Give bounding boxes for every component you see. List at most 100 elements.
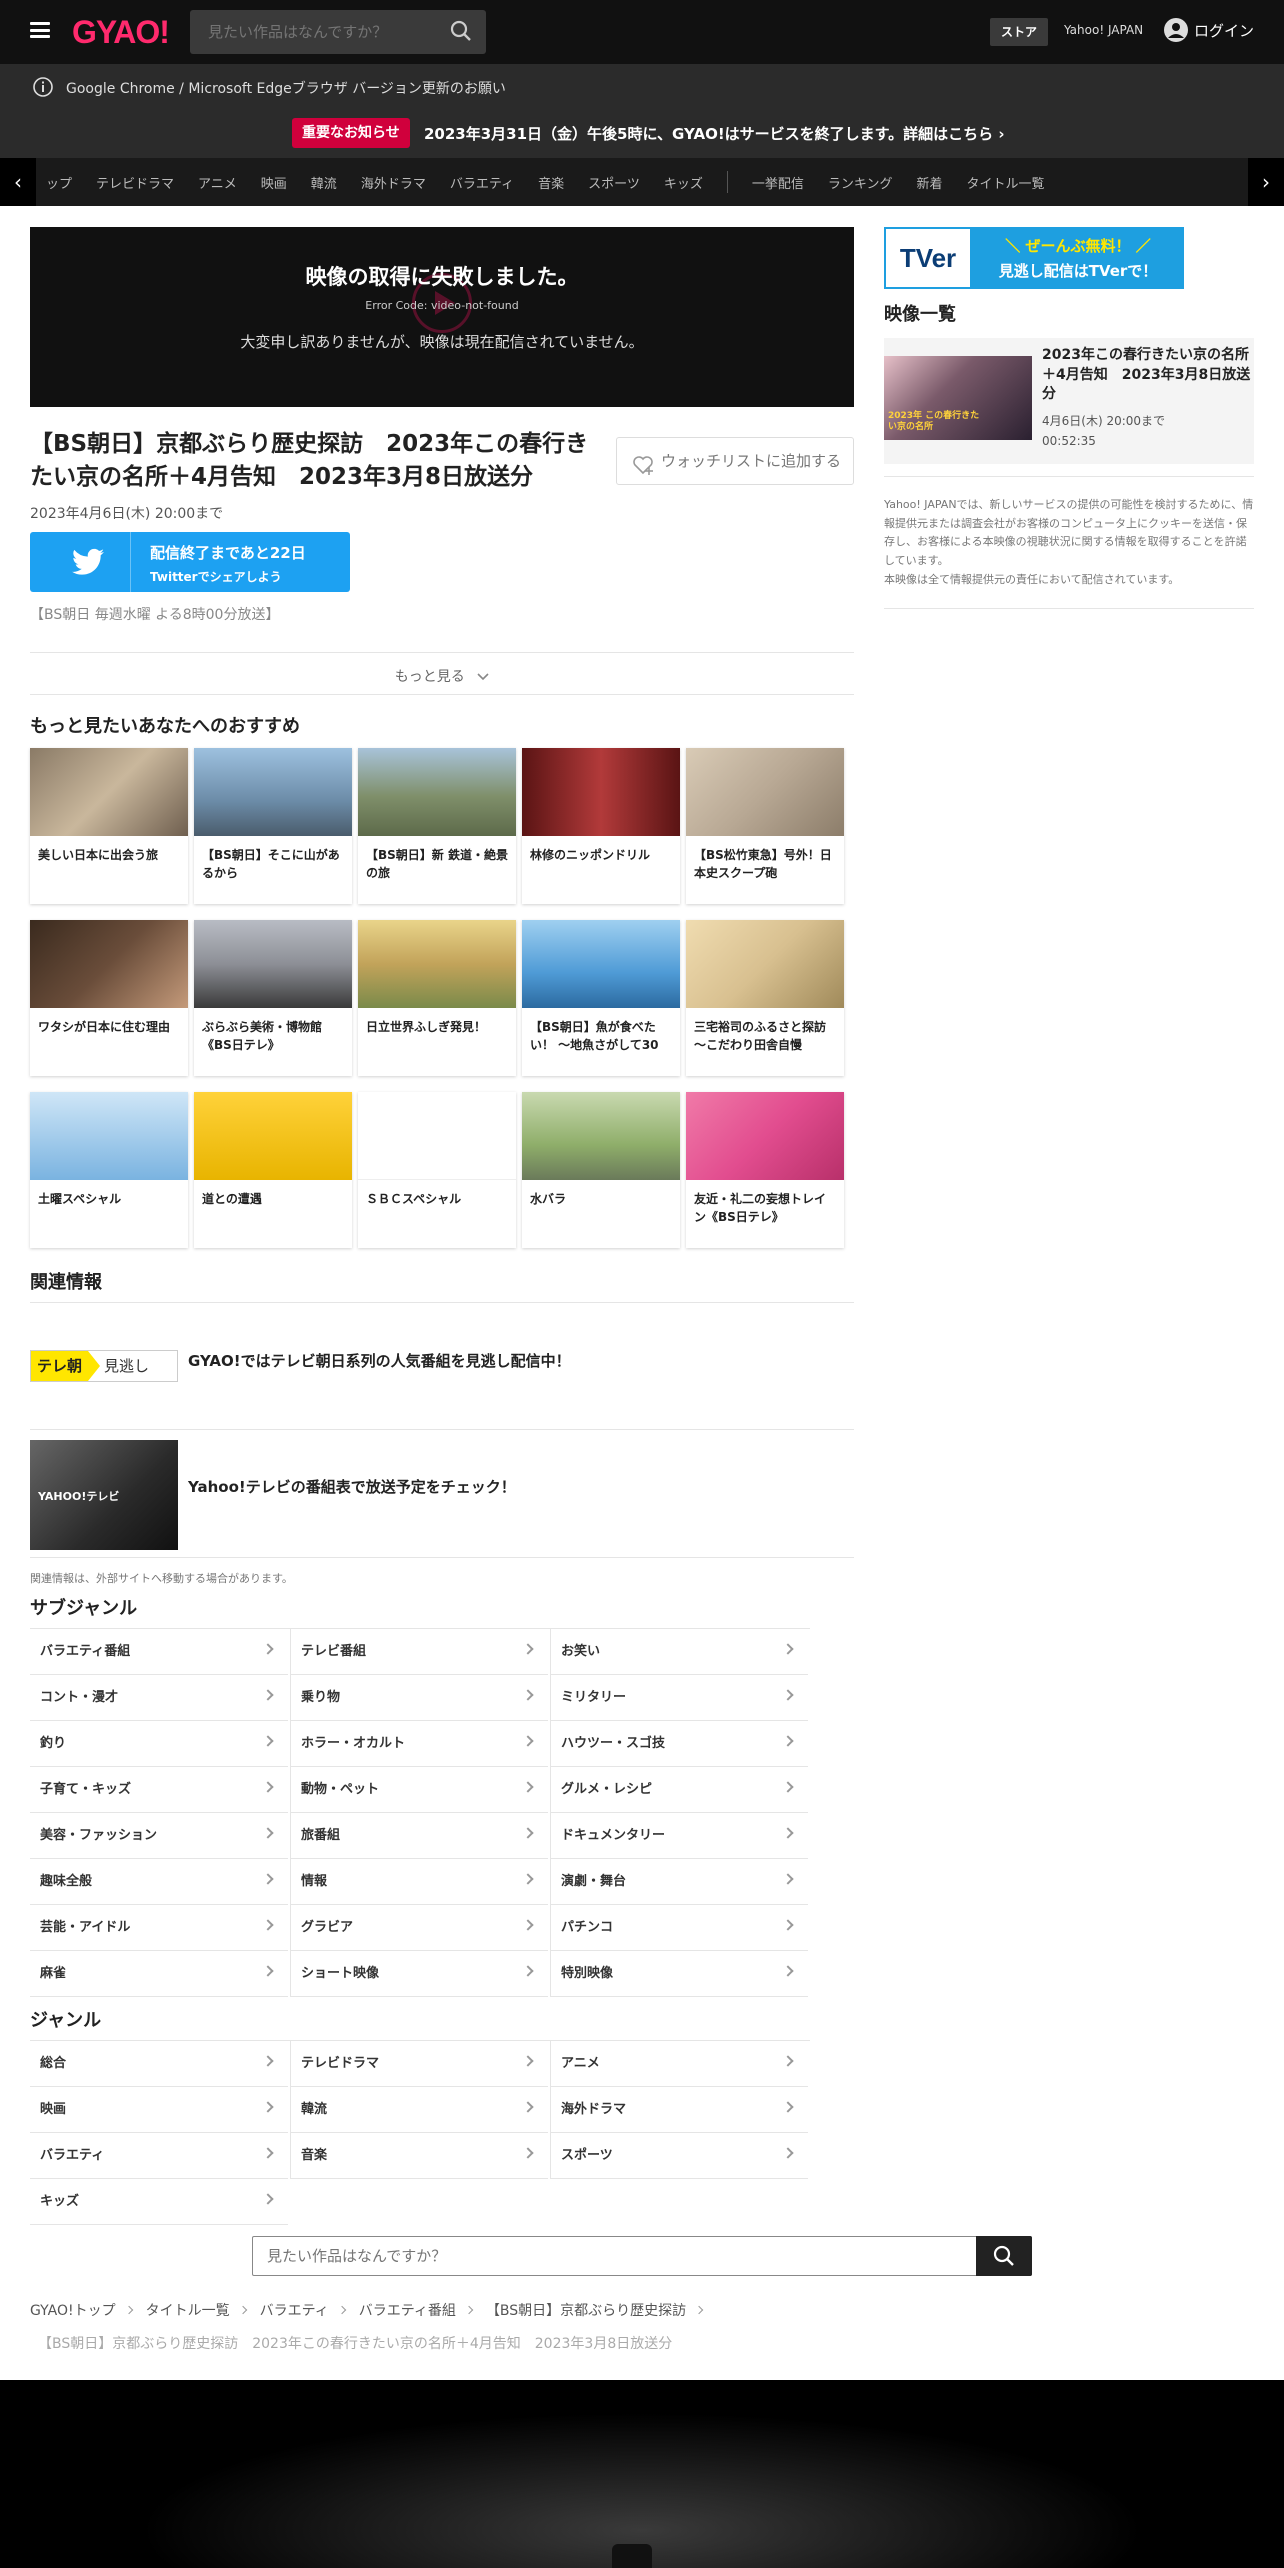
genre-link[interactable]: ホラー・オカルト bbox=[290, 1721, 548, 1767]
genre-link[interactable]: 乗り物 bbox=[290, 1675, 548, 1721]
genre-link[interactable]: ドキュメンタリー bbox=[550, 1813, 808, 1859]
genre-link[interactable]: 演劇・舞台 bbox=[550, 1859, 808, 1905]
genre-link[interactable]: ショート映像 bbox=[290, 1951, 548, 1997]
genre-link[interactable]: パチンコ bbox=[550, 1905, 808, 1951]
genre-link[interactable]: 子育て・キッズ bbox=[30, 1767, 288, 1813]
nav-item-top[interactable]: ップ bbox=[46, 173, 72, 192]
genre-link[interactable]: 情報 bbox=[290, 1859, 548, 1905]
related-item-yahoo-tv[interactable]: YAHOO!テレビ Yahoo!テレビの番組表で放送予定をチェック！ bbox=[30, 1440, 854, 1552]
chevron-right-icon bbox=[262, 1735, 274, 1747]
genre-link[interactable]: 総合 bbox=[30, 2041, 288, 2087]
search-icon[interactable] bbox=[450, 20, 472, 46]
nav-item-binge[interactable]: 一挙配信 bbox=[752, 173, 804, 192]
nav-item-anime[interactable]: アニメ bbox=[198, 173, 237, 192]
nav-item-kids[interactable]: キッズ bbox=[664, 173, 703, 192]
breadcrumb-item[interactable]: バラエティ番組 bbox=[359, 2300, 456, 2320]
more-button[interactable]: もっと見る bbox=[30, 666, 854, 686]
important-text: 2023年3月31日（金）午後5時に、GYAO!はサービスを終了します。詳細はこ… bbox=[424, 125, 1005, 143]
twitter-share-button[interactable]: 配信終了まであと22日 Twitterでシェアしよう bbox=[30, 532, 350, 592]
card-title: ぶらぶら美術・博物館《BS日テレ》 bbox=[202, 1020, 323, 1052]
recommend-card[interactable]: 水バラ bbox=[522, 1092, 680, 1248]
recommend-card[interactable]: 林修のニッポンドリル bbox=[522, 748, 680, 904]
genre-link[interactable]: 美容・ファッション bbox=[30, 1813, 288, 1859]
nav-left-arrow-icon[interactable]: ‹ bbox=[0, 158, 36, 206]
genre-link-label: ホラー・オカルト bbox=[301, 1736, 406, 1751]
tver-banner[interactable]: TVer ＼ ぜーんぶ無料！ ／ 見逃し配信はTVerで！ bbox=[884, 227, 1184, 289]
nav-item-overseas[interactable]: 海外ドラマ bbox=[361, 173, 426, 192]
genre-link[interactable]: 映画 bbox=[30, 2087, 288, 2133]
recommend-card[interactable]: ＳＢＣスペシャル bbox=[358, 1092, 516, 1248]
genre-link[interactable]: ミリタリー bbox=[550, 1675, 808, 1721]
chevron-right-icon bbox=[782, 1689, 794, 1701]
genre-link[interactable]: 旅番組 bbox=[290, 1813, 548, 1859]
genre-link[interactable]: 芸能・アイドル bbox=[30, 1905, 288, 1951]
recommend-card[interactable]: ぶらぶら美術・博物館《BS日テレ》 bbox=[194, 920, 352, 1076]
gyao-logo[interactable]: GYAO! bbox=[72, 14, 170, 51]
genre-link[interactable]: 趣味全般 bbox=[30, 1859, 288, 1905]
genre-link[interactable]: 麻雀 bbox=[30, 1951, 288, 1997]
breadcrumb-item[interactable]: GYAO!トップ bbox=[30, 2300, 116, 2320]
recommend-card[interactable]: 土曜スペシャル bbox=[30, 1092, 188, 1248]
nav-right-arrow-icon[interactable]: › bbox=[1248, 158, 1284, 206]
genre-link[interactable]: テレビ番組 bbox=[290, 1629, 548, 1675]
genre-link[interactable]: アニメ bbox=[550, 2041, 808, 2087]
recommend-card[interactable]: 【BS朝日】新 鉄道・絶景の旅 bbox=[358, 748, 516, 904]
genre-link[interactable]: ハウツー・スゴ技 bbox=[550, 1721, 808, 1767]
recommend-card[interactable]: 三宅裕司のふるさと探訪～こだわり田舎自慢 bbox=[686, 920, 844, 1076]
bottom-search-button[interactable] bbox=[976, 2236, 1032, 2276]
genre-link[interactable]: 動物・ペット bbox=[290, 1767, 548, 1813]
thumbnail bbox=[30, 1092, 188, 1180]
genre-link[interactable]: テレビドラマ bbox=[290, 2041, 548, 2087]
genre-nav: ‹ ップ テレビドラマ アニメ 映画 韓流 海外ドラマ バラエティ 音楽 スポー… bbox=[0, 158, 1284, 206]
genre-link[interactable]: 韓流 bbox=[290, 2087, 548, 2133]
video-player[interactable]: 映像の取得に失敗しました。 Error Code: video-not-foun… bbox=[30, 227, 854, 407]
bottom-search-input[interactable] bbox=[253, 2237, 973, 2275]
genre-link[interactable]: バラエティ bbox=[30, 2133, 288, 2179]
nav-item-variety[interactable]: バラエティ bbox=[450, 173, 514, 192]
nav-item-sports[interactable]: スポーツ bbox=[588, 173, 640, 192]
recommend-card[interactable]: 美しい日本に出会う旅 bbox=[30, 748, 188, 904]
nav-item-music[interactable]: 音楽 bbox=[538, 173, 564, 192]
menu-icon[interactable] bbox=[30, 22, 50, 38]
recommend-card[interactable]: 道との遭遇 bbox=[194, 1092, 352, 1248]
nav-item-korean[interactable]: 韓流 bbox=[311, 173, 337, 192]
genre-link-label: テレビドラマ bbox=[301, 2056, 380, 2071]
header-search-input[interactable] bbox=[190, 10, 430, 54]
genre-link[interactable]: 釣り bbox=[30, 1721, 288, 1767]
nav-item-titles[interactable]: タイトル一覧 bbox=[967, 173, 1045, 192]
nav-item-new[interactable]: 新着 bbox=[916, 173, 942, 192]
breadcrumb-item[interactable]: 【BS朝日】京都ぶらり歴史探訪 bbox=[486, 2300, 686, 2320]
genre-link[interactable]: グラビア bbox=[290, 1905, 548, 1951]
nav-item-movie[interactable]: 映画 bbox=[261, 173, 287, 192]
genre-link[interactable]: 音楽 bbox=[290, 2133, 548, 2179]
video-list-item[interactable]: 2023年 この春行きたい京の名所 2023年この春行きたい京の名所＋4月告知 … bbox=[884, 338, 1254, 464]
genre-link[interactable]: グルメ・レシピ bbox=[550, 1767, 808, 1813]
genre-link[interactable]: お笑い bbox=[550, 1629, 808, 1675]
browser-update-notice[interactable]: Google Chrome / Microsoft Edgeブラウザ バージョン… bbox=[0, 64, 1284, 110]
genre-link[interactable]: バラエティ番組 bbox=[30, 1629, 288, 1675]
thumbnail bbox=[30, 748, 188, 836]
recommend-card[interactable]: 友近・礼二の妄想トレイン《BS日テレ》 bbox=[686, 1092, 844, 1248]
genre-link[interactable]: スポーツ bbox=[550, 2133, 808, 2179]
page-top-tab[interactable] bbox=[612, 2544, 652, 2568]
recommend-card[interactable]: 日立世界ふしぎ発見！ bbox=[358, 920, 516, 1076]
breadcrumb-item[interactable]: バラエティ bbox=[260, 2300, 329, 2320]
recommend-card[interactable]: 【BS松竹東急】号外！日本史スクープ砲 bbox=[686, 748, 844, 904]
recommend-card[interactable]: 【BS朝日】そこに山があるから bbox=[194, 748, 352, 904]
important-notice[interactable]: 重要なお知らせ 2023年3月31日（金）午後5時に、GYAO!はサービスを終了… bbox=[0, 110, 1284, 158]
watchlist-button[interactable]: ウォッチリストに追加する bbox=[616, 437, 854, 485]
recommend-card[interactable]: ワタシが日本に住む理由 bbox=[30, 920, 188, 1076]
genre-link[interactable]: キッズ bbox=[30, 2179, 288, 2225]
genre-link[interactable]: 海外ドラマ bbox=[550, 2087, 808, 2133]
store-button[interactable]: ストア bbox=[990, 18, 1048, 46]
nav-item-ranking[interactable]: ランキング bbox=[828, 173, 893, 192]
yahoo-japan-link[interactable]: Yahoo! JAPAN bbox=[1064, 23, 1143, 37]
login-button[interactable]: ログイン bbox=[1164, 18, 1254, 42]
genre-link[interactable]: 特別映像 bbox=[550, 1951, 808, 1997]
genre-link[interactable]: コント・漫才 bbox=[30, 1675, 288, 1721]
nav-item-drama[interactable]: テレビドラマ bbox=[96, 173, 174, 192]
related-item-tvasahi[interactable]: テレ朝 見逃し GYAO!ではテレビ朝日系列の人気番組を見逃し配信中！ bbox=[30, 1348, 854, 1428]
recommend-card[interactable]: 【BS朝日】魚が食べたい！ ～地魚さがして30 bbox=[522, 920, 680, 1076]
breadcrumb-item[interactable]: タイトル一覧 bbox=[146, 2300, 230, 2320]
twitter-share-label: Twitterでシェアしよう bbox=[150, 570, 282, 584]
